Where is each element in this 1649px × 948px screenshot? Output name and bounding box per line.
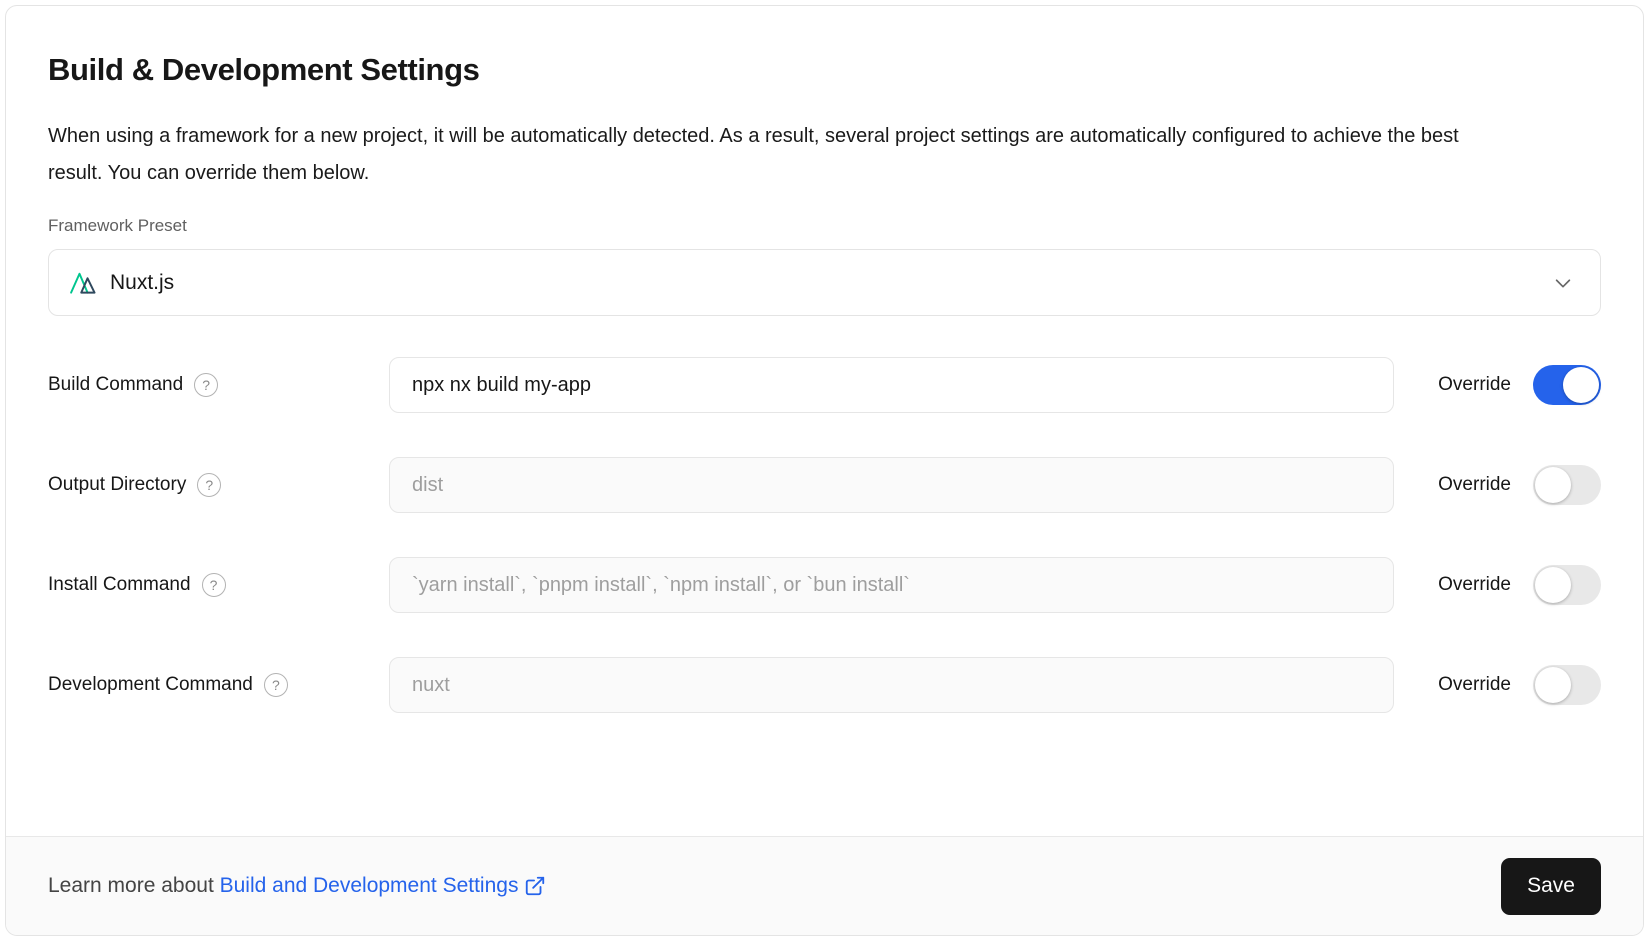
settings-rows: Build Command ? Override Output Director… — [48, 357, 1601, 713]
card-body: Build & Development Settings When using … — [6, 6, 1643, 836]
setting-label: Build Command — [48, 374, 183, 396]
override-label: Override — [1438, 574, 1511, 596]
framework-preset-select[interactable]: Nuxt.js — [48, 249, 1601, 316]
page-title: Build & Development Settings — [48, 52, 1601, 88]
setting-label: Output Directory — [48, 474, 186, 496]
setting-row: Development Command ? Override — [48, 657, 1601, 713]
card-footer: Learn more about Build and Development S… — [6, 836, 1643, 935]
setting-label-group: Development Command ? — [48, 673, 389, 697]
toggle-knob — [1563, 367, 1599, 403]
setting-input[interactable] — [389, 557, 1394, 613]
nuxt-logo-icon — [69, 270, 97, 295]
save-button[interactable]: Save — [1501, 858, 1601, 915]
setting-row: Output Directory ? Override — [48, 457, 1601, 513]
override-toggle[interactable] — [1533, 465, 1601, 505]
learn-more-text: Learn more about Build and Development S… — [48, 874, 546, 898]
override-label: Override — [1438, 674, 1511, 696]
setting-input[interactable] — [389, 457, 1394, 513]
toggle-knob — [1535, 667, 1571, 703]
setting-input[interactable] — [389, 357, 1394, 413]
section-description: When using a framework for a new project… — [48, 118, 1493, 192]
framework-preset-value: Nuxt.js — [110, 271, 174, 295]
setting-label: Install Command — [48, 574, 191, 596]
chevron-down-icon — [1552, 272, 1574, 294]
framework-preset-label: Framework Preset — [48, 216, 1601, 236]
setting-row: Install Command ? Override — [48, 557, 1601, 613]
help-circle-icon[interactable]: ? — [264, 673, 288, 697]
override-label: Override — [1438, 474, 1511, 496]
build-settings-docs-link[interactable]: Build and Development Settings — [220, 874, 519, 898]
build-settings-card: Build & Development Settings When using … — [5, 5, 1644, 936]
toggle-knob — [1535, 467, 1571, 503]
help-circle-icon[interactable]: ? — [194, 373, 218, 397]
setting-label-group: Build Command ? — [48, 373, 389, 397]
setting-label-group: Output Directory ? — [48, 473, 389, 497]
setting-input[interactable] — [389, 657, 1394, 713]
external-link-icon — [524, 875, 546, 897]
setting-label-group: Install Command ? — [48, 573, 389, 597]
override-toggle[interactable] — [1533, 665, 1601, 705]
toggle-knob — [1535, 567, 1571, 603]
override-label: Override — [1438, 374, 1511, 396]
learn-more-prefix: Learn more about — [48, 874, 220, 898]
help-circle-icon[interactable]: ? — [197, 473, 221, 497]
setting-row: Build Command ? Override — [48, 357, 1601, 413]
setting-label: Development Command — [48, 674, 253, 696]
help-circle-icon[interactable]: ? — [202, 573, 226, 597]
override-toggle[interactable] — [1533, 365, 1601, 405]
override-toggle[interactable] — [1533, 565, 1601, 605]
